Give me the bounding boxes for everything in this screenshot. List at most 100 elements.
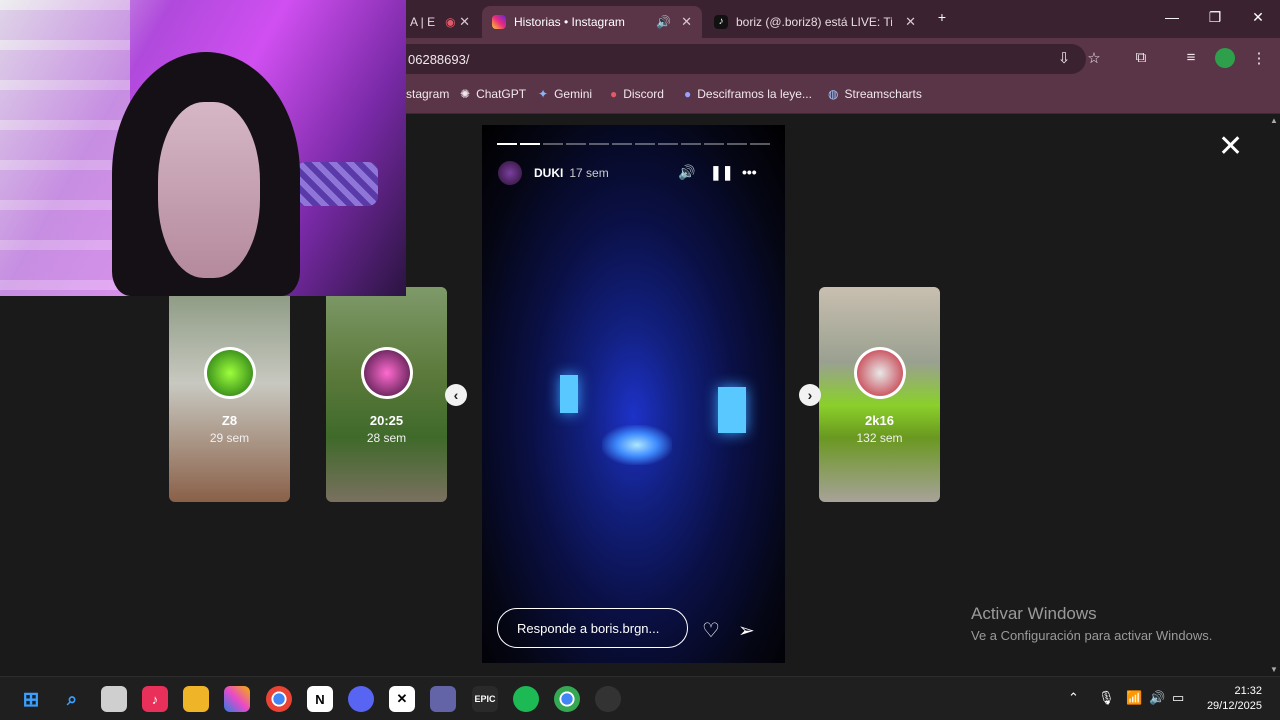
next-story-button[interactable]: › [799, 384, 821, 406]
speaker-icon[interactable]: 🔊 [656, 15, 671, 29]
scroll-up-icon[interactable]: ▲ [1270, 116, 1278, 125]
extensions-icon[interactable]: ⧉ [1131, 49, 1151, 66]
progress-segment [589, 143, 609, 145]
progress-segment [727, 143, 747, 145]
progress-segment [566, 143, 586, 145]
bookmark-label: Discord [623, 87, 664, 101]
story-avatar [361, 347, 413, 399]
restore-icon[interactable]: ❐ [1205, 9, 1225, 26]
file-explorer-icon[interactable] [183, 686, 209, 712]
chrome-active-icon[interactable] [554, 686, 580, 712]
clock-time: 21:32 [1234, 685, 1262, 697]
tab-tiktok[interactable]: ♪ boriz (@.boriz8) está LIVE: TikTo ✕ [704, 6, 926, 38]
obs-icon[interactable] [595, 686, 621, 712]
side-story-name: 20:25 [369, 413, 404, 428]
story-header: DUKI 17 sem 🔊 ❚❚ ••• [498, 161, 770, 185]
active-story[interactable]: DUKI 17 sem 🔊 ❚❚ ••• Responde a boris.br… [482, 125, 785, 663]
bookmark-desciframos[interactable]: ● Desciframos la leye... [684, 87, 812, 101]
scroll-down-icon[interactable]: ▼ [1270, 665, 1278, 674]
bookmark-gemini[interactable]: ✦ Gemini [538, 87, 592, 101]
progress-segment [612, 143, 632, 145]
watermark-title: Activar Windows [971, 604, 1097, 623]
reply-input[interactable]: Responde a boris.brgn... [497, 608, 688, 648]
windows-activation-watermark: Activar Windows Ve a Configuración para … [971, 604, 1212, 643]
tab-instagram-label: Historias • Instagram [514, 15, 625, 29]
share-send-icon[interactable]: ➢ [738, 618, 755, 643]
side-story-name: Z8 [221, 413, 238, 428]
search-icon[interactable]: ⌕ [59, 686, 85, 712]
tiktok-icon: ♪ [714, 15, 728, 29]
profile-avatar[interactable] [1215, 48, 1235, 68]
watermark-subtitle: Ve a Configuración para activar Windows. [971, 628, 1213, 643]
gemini-icon: ✦ [538, 87, 549, 101]
close-tab-icon[interactable]: ✕ [459, 14, 470, 30]
close-tab-icon[interactable]: ✕ [905, 14, 916, 30]
bookmark-star-icon[interactable]: ☆ [1084, 49, 1104, 67]
progress-segment [497, 143, 517, 145]
tiktok-taskbar-icon[interactable]: ♪ [142, 686, 168, 712]
tab-tiktok-label: boriz (@.boriz8) está LIVE: TikTo [736, 15, 892, 29]
epic-games-icon[interactable]: EPIC [472, 686, 498, 712]
menu-kebab-icon[interactable]: ⋮ [1249, 49, 1269, 67]
bookmark-instagram[interactable]: stagram [406, 87, 449, 101]
side-story-2k16[interactable]: 2k16 132 sem [819, 287, 940, 502]
scrollbar[interactable]: ▲ ▼ [1268, 114, 1280, 676]
story-user-avatar[interactable] [498, 161, 522, 185]
close-stories-icon[interactable]: ✕ [1218, 132, 1243, 162]
channel-icon: ● [684, 87, 692, 101]
install-app-icon[interactable]: ⇩ [1054, 49, 1074, 67]
window-close-icon[interactable]: ✕ [1248, 9, 1268, 26]
progress-segment [681, 143, 701, 145]
chrome-icon[interactable] [266, 686, 292, 712]
system-clock[interactable]: 21:32 29/12/2025 [1207, 684, 1262, 714]
bookmark-streamscharts[interactable]: ◍ Streamscharts [828, 87, 922, 101]
battery-icon[interactable]: ▭ [1172, 690, 1184, 706]
close-tab-icon[interactable]: ✕ [681, 14, 692, 30]
microphone-icon[interactable]: 🎙 [1098, 690, 1115, 706]
address-bar[interactable]: 06288693/ [396, 44, 1086, 74]
side-story-time: 132 sem [856, 431, 903, 445]
tab-instagram[interactable]: Historias • Instagram 🔊 ✕ [482, 6, 702, 38]
webcam-overlay [0, 0, 406, 296]
story-avatar [204, 347, 256, 399]
task-view-icon[interactable] [101, 686, 127, 712]
side-story-2025[interactable]: 20:25 28 sem [326, 287, 447, 502]
tab-first[interactable]: A | E ◉ ✕ [400, 6, 480, 38]
side-story-name: 2k16 [865, 413, 894, 428]
story-avatar [854, 347, 906, 399]
volume-icon[interactable]: 🔊 [678, 164, 695, 181]
tray-overflow-icon[interactable]: ⌃ [1068, 690, 1079, 706]
start-windows-icon[interactable]: ⊞ [18, 686, 44, 712]
story-username[interactable]: DUKI [534, 166, 563, 180]
previous-story-button[interactable]: ‹ [445, 384, 467, 406]
bookmark-chatgpt[interactable]: ✺ ChatGPT [460, 87, 526, 101]
notion-icon[interactable]: N [307, 686, 333, 712]
instagram-icon [492, 15, 506, 29]
teams-icon[interactable] [430, 686, 456, 712]
side-story-time: 29 sem [209, 431, 250, 445]
media-control-icon[interactable]: ≡ [1181, 49, 1201, 66]
progress-segment [543, 143, 563, 145]
side-story-time: 28 sem [366, 431, 407, 445]
new-tab-icon[interactable]: + [932, 9, 952, 25]
like-heart-icon[interactable]: ♡ [702, 618, 720, 643]
discord-taskbar-icon[interactable] [348, 686, 374, 712]
capcut-icon[interactable]: ✕ [389, 686, 415, 712]
bunk-bed [0, 0, 130, 296]
volume-tray-icon[interactable]: 🔊 [1149, 690, 1165, 706]
copilot-icon[interactable] [224, 686, 250, 712]
discord-icon: ● [610, 87, 618, 101]
spotify-icon[interactable] [513, 686, 539, 712]
story-time-ago: 17 sem [569, 166, 609, 180]
minimize-icon[interactable]: — [1162, 9, 1182, 25]
side-story-z8[interactable]: Z8 29 sem [169, 287, 290, 502]
pause-icon[interactable]: ❚❚ [710, 164, 733, 181]
url-text: 06288693/ [408, 51, 470, 67]
bookmark-label: stagram [406, 87, 450, 101]
streamscharts-icon: ◍ [828, 87, 839, 101]
more-options-icon[interactable]: ••• [742, 164, 757, 180]
wifi-icon[interactable]: 📶 [1126, 690, 1142, 706]
bookmark-discord[interactable]: ● Discord [610, 87, 664, 101]
progress-segment [704, 143, 724, 145]
story-progress-bar [497, 143, 770, 145]
